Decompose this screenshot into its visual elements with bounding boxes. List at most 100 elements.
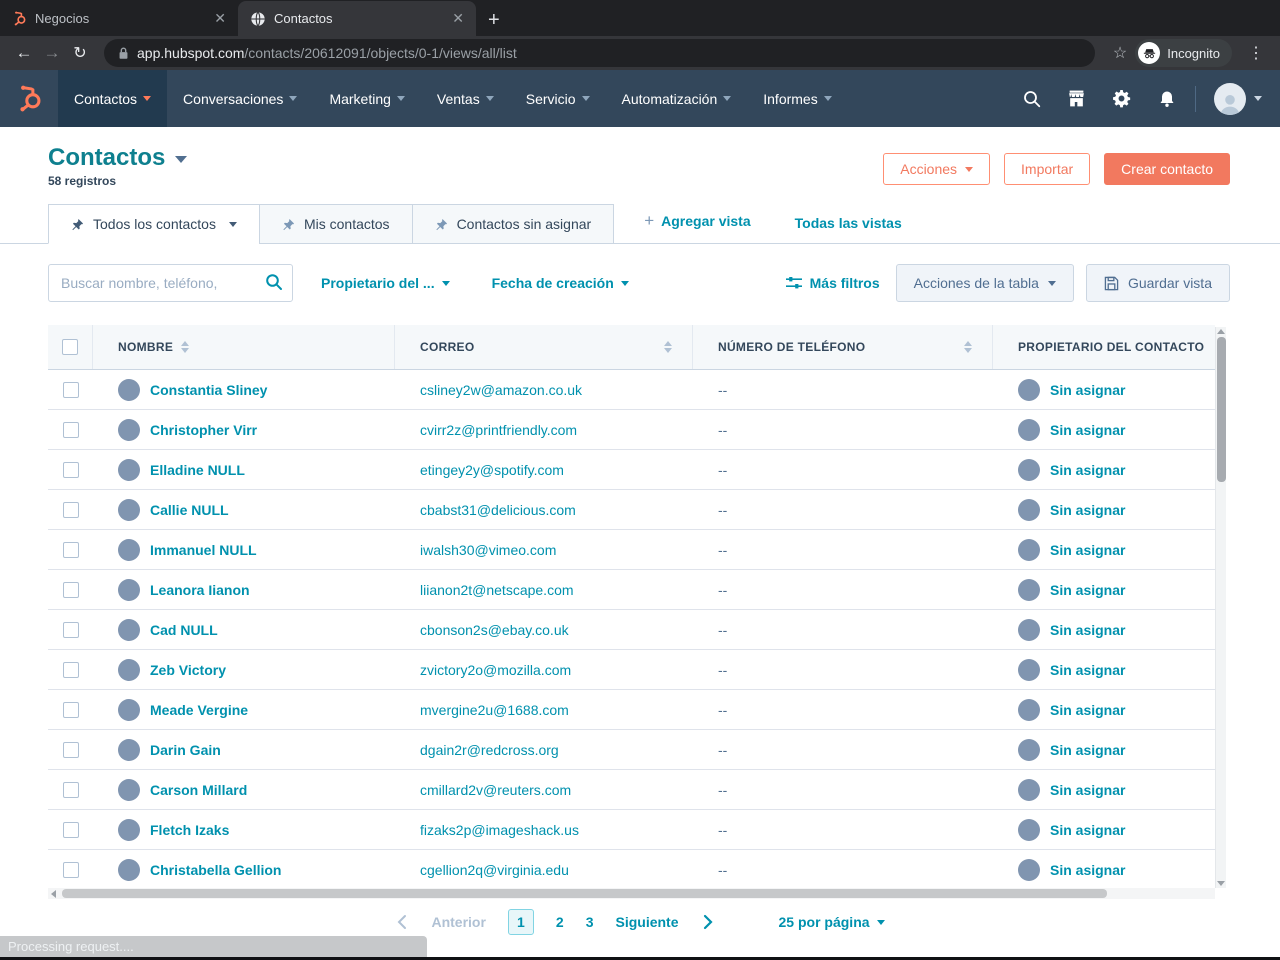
contact-email-link[interactable]: cvirr2z@printfriendly.com bbox=[420, 422, 577, 438]
contact-owner-link[interactable]: Sin asignar bbox=[1050, 382, 1125, 398]
contact-owner-link[interactable]: Sin asignar bbox=[1050, 742, 1125, 758]
per-page-dropdown[interactable]: 25 por página bbox=[779, 914, 885, 930]
page-2-button[interactable]: 2 bbox=[556, 914, 564, 930]
next-chevron-icon[interactable] bbox=[701, 914, 715, 930]
all-views-link[interactable]: Todas las vistas bbox=[795, 215, 902, 231]
row-checkbox[interactable] bbox=[62, 661, 79, 678]
bookmark-star-icon[interactable]: ☆ bbox=[1113, 43, 1127, 63]
contact-owner-link[interactable]: Sin asignar bbox=[1050, 862, 1125, 878]
prev-page-button[interactable]: Anterior bbox=[431, 914, 485, 930]
back-icon[interactable]: ← bbox=[10, 43, 38, 63]
marketplace-icon[interactable] bbox=[1054, 70, 1099, 127]
contact-email-link[interactable]: liianon2t@netscape.com bbox=[420, 582, 574, 598]
sort-icon[interactable] bbox=[964, 341, 972, 353]
row-checkbox[interactable] bbox=[62, 461, 79, 478]
actions-button[interactable]: Acciones bbox=[883, 153, 991, 185]
page-1-current[interactable]: 1 bbox=[507, 909, 534, 935]
reload-icon[interactable]: ↻ bbox=[66, 43, 94, 63]
contact-email-link[interactable]: cmillard2v@reuters.com bbox=[420, 782, 571, 798]
row-checkbox[interactable] bbox=[62, 381, 79, 398]
contact-email-link[interactable]: cbonson2s@ebay.co.uk bbox=[420, 622, 569, 638]
contact-owner-link[interactable]: Sin asignar bbox=[1050, 782, 1125, 798]
row-checkbox[interactable] bbox=[62, 781, 79, 798]
select-all-checkbox[interactable] bbox=[62, 339, 78, 355]
column-header-telefono[interactable]: NÚMERO DE TELÉFONO bbox=[693, 325, 993, 369]
row-checkbox[interactable] bbox=[62, 821, 79, 838]
vertical-scrollbar[interactable] bbox=[1215, 327, 1226, 888]
new-tab-button[interactable]: + bbox=[488, 10, 500, 30]
notifications-bell-icon[interactable] bbox=[1144, 70, 1189, 127]
page-title[interactable]: Contactos bbox=[48, 144, 188, 172]
more-filters-link[interactable]: Más filtros bbox=[785, 275, 880, 291]
browser-menu-icon[interactable]: ⋮ bbox=[1242, 43, 1270, 63]
browser-tab-contactos[interactable]: Contactos ✕ bbox=[238, 1, 476, 36]
row-checkbox[interactable] bbox=[62, 861, 79, 878]
contact-email-link[interactable]: mvergine2u@1688.com bbox=[420, 702, 569, 718]
nav-item-ventas[interactable]: Ventas bbox=[421, 70, 510, 127]
contact-owner-link[interactable]: Sin asignar bbox=[1050, 702, 1125, 718]
scroll-left-icon[interactable] bbox=[51, 890, 56, 898]
sort-icon[interactable] bbox=[181, 341, 190, 353]
close-tab-icon[interactable]: ✕ bbox=[448, 10, 468, 27]
contact-email-link[interactable]: cbabst31@delicious.com bbox=[420, 502, 576, 518]
contact-name-link[interactable]: Meade Vergine bbox=[150, 702, 248, 718]
contact-name-link[interactable]: Callie NULL bbox=[150, 502, 229, 518]
search-input[interactable] bbox=[48, 264, 293, 302]
row-checkbox[interactable] bbox=[62, 541, 79, 558]
create-contact-button[interactable]: Crear contacto bbox=[1104, 153, 1230, 185]
close-tab-icon[interactable]: ✕ bbox=[210, 10, 230, 27]
contact-name-link[interactable]: Constantia Sliney bbox=[150, 382, 267, 398]
nav-item-conversaciones[interactable]: Conversaciones bbox=[167, 70, 313, 127]
row-checkbox[interactable] bbox=[62, 581, 79, 598]
import-button[interactable]: Importar bbox=[1004, 153, 1091, 185]
row-checkbox[interactable] bbox=[62, 501, 79, 518]
settings-gear-icon[interactable] bbox=[1099, 70, 1144, 127]
search-icon[interactable] bbox=[265, 273, 283, 291]
contact-owner-link[interactable]: Sin asignar bbox=[1050, 542, 1125, 558]
save-view-button[interactable]: Guardar vista bbox=[1085, 264, 1230, 302]
contact-name-link[interactable]: Darin Gain bbox=[150, 742, 221, 758]
contact-email-link[interactable]: zvictory2o@mozilla.com bbox=[420, 662, 571, 678]
contact-owner-link[interactable]: Sin asignar bbox=[1050, 462, 1125, 478]
horizontal-scrollbar[interactable] bbox=[48, 888, 1215, 899]
contact-name-link[interactable]: Leanora Iianon bbox=[150, 582, 250, 598]
row-checkbox[interactable] bbox=[62, 421, 79, 438]
column-header-nombre[interactable]: NOMBRE bbox=[93, 325, 395, 369]
contact-name-link[interactable]: Christopher Virr bbox=[150, 422, 257, 438]
nav-item-automatizacion[interactable]: Automatización bbox=[606, 70, 748, 127]
row-checkbox[interactable] bbox=[62, 741, 79, 758]
contact-email-link[interactable]: fizaks2p@imageshack.us bbox=[420, 822, 579, 838]
nav-item-informes[interactable]: Informes bbox=[747, 70, 847, 127]
contact-owner-link[interactable]: Sin asignar bbox=[1050, 662, 1125, 678]
contact-owner-link[interactable]: Sin asignar bbox=[1050, 502, 1125, 518]
table-actions-button[interactable]: Acciones de la tabla bbox=[895, 264, 1074, 302]
sort-icon[interactable] bbox=[664, 341, 672, 353]
contact-owner-link[interactable]: Sin asignar bbox=[1050, 582, 1125, 598]
forward-icon[interactable]: → bbox=[38, 43, 66, 63]
prev-chevron-icon[interactable] bbox=[395, 914, 409, 930]
contact-name-link[interactable]: Zeb Victory bbox=[150, 662, 226, 678]
scroll-up-icon[interactable] bbox=[1217, 329, 1225, 334]
contact-email-link[interactable]: etingey2y@spotify.com bbox=[420, 462, 564, 478]
contact-email-link[interactable]: dgain2r@redcross.org bbox=[420, 742, 559, 758]
column-header-propietario[interactable]: PROPIETARIO DEL CONTACTO bbox=[993, 325, 1215, 369]
scroll-down-icon[interactable] bbox=[1217, 881, 1225, 886]
search-icon[interactable] bbox=[1009, 70, 1054, 127]
contact-name-link[interactable]: Cad NULL bbox=[150, 622, 218, 638]
column-header-correo[interactable]: CORREO bbox=[395, 325, 693, 369]
contact-owner-link[interactable]: Sin asignar bbox=[1050, 422, 1125, 438]
row-checkbox[interactable] bbox=[62, 621, 79, 638]
view-tab-mis-contactos[interactable]: Mis contactos bbox=[258, 204, 413, 244]
account-menu[interactable] bbox=[1202, 82, 1274, 115]
owner-filter-dropdown[interactable]: Propietario del ... bbox=[321, 275, 450, 291]
nav-item-servicio[interactable]: Servicio bbox=[510, 70, 606, 127]
contact-name-link[interactable]: Carson Millard bbox=[150, 782, 247, 798]
contact-email-link[interactable]: iwalsh30@vimeo.com bbox=[420, 542, 556, 558]
hubspot-logo-icon[interactable] bbox=[0, 70, 58, 127]
contact-name-link[interactable]: Christabella Gellion bbox=[150, 862, 281, 878]
address-bar[interactable]: app.hubspot.com/contacts/20612091/object… bbox=[104, 39, 1095, 67]
view-tab-todos-los-contactos[interactable]: Todos los contactos bbox=[48, 204, 260, 244]
contact-email-link[interactable]: csliney2w@amazon.co.uk bbox=[420, 382, 582, 398]
view-tab-contactos-sin-asignar[interactable]: Contactos sin asignar bbox=[411, 204, 615, 244]
add-view-link[interactable]: + Agregar vista bbox=[644, 211, 750, 231]
